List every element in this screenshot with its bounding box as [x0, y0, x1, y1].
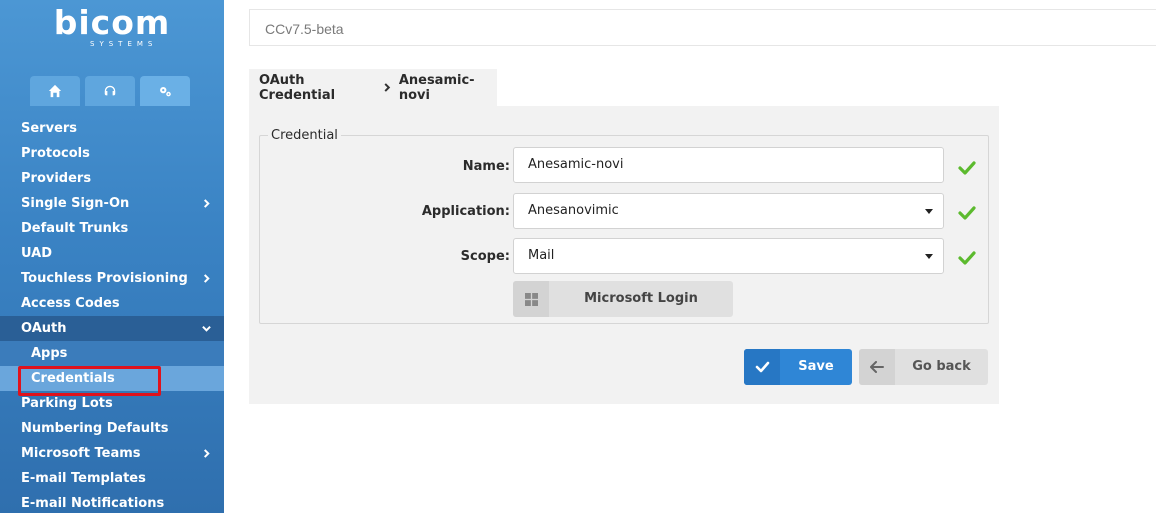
check-icon: [957, 160, 977, 176]
sidebar-item-label: Protocols: [21, 146, 90, 161]
sidebar-item-label: UAD: [21, 246, 53, 261]
sidebar-item-email-notifications[interactable]: E-mail Notifications: [0, 491, 224, 513]
headset-icon: [104, 85, 116, 96]
chevron-right-icon: [202, 441, 212, 466]
tab-support[interactable]: [85, 76, 135, 106]
microsoft-login-label: Microsoft Login: [584, 291, 698, 306]
sidebar-item-servers[interactable]: Servers: [0, 116, 224, 141]
sidebar-item-label: Microsoft Teams: [21, 446, 141, 461]
check-icon: [957, 250, 977, 266]
chevron-right-icon: [383, 83, 391, 92]
bicom-logo[interactable]: bicom SYSTEMS: [0, 4, 224, 52]
check-icon: [957, 205, 977, 221]
application-label: Application:: [421, 204, 510, 219]
logo-subtext: SYSTEMS: [90, 40, 158, 48]
sidebar-item-touchless-provisioning[interactable]: Touchless Provisioning: [0, 266, 224, 291]
sidebar: bicom SYSTEMS Servers Protocols Provider…: [0, 0, 224, 513]
sidebar-item-label: OAuth: [21, 321, 67, 336]
sidebar-item-single-sign-on[interactable]: Single Sign-On: [0, 191, 224, 216]
caret-down-icon: [925, 254, 933, 259]
scope-select-value: Mail: [528, 248, 555, 263]
sidebar-item-apps[interactable]: Apps: [0, 341, 224, 366]
application-select-value: Anesanovimic: [528, 203, 619, 218]
logo-text: bicom: [53, 3, 171, 42]
go-back-button-label: Go back: [912, 359, 971, 374]
sidebar-item-uad[interactable]: UAD: [0, 241, 224, 266]
credential-fieldset: Credential Name: Anesamic-novi Applicati…: [259, 128, 989, 324]
tab-home[interactable]: [30, 76, 80, 106]
version-bar: CCv7.5-beta: [249, 9, 1156, 46]
name-input[interactable]: Anesamic-novi: [513, 147, 944, 183]
sidebar-item-label: Providers: [21, 171, 92, 186]
windows-icon: [513, 281, 549, 317]
chevron-right-icon: [202, 266, 212, 291]
chevron-down-icon: [202, 316, 212, 341]
credential-panel: Credential Name: Anesamic-novi Applicati…: [249, 106, 999, 404]
microsoft-login-button[interactable]: Microsoft Login: [513, 281, 733, 317]
sidebar-item-protocols[interactable]: Protocols: [0, 141, 224, 166]
sidebar-item-email-templates[interactable]: E-mail Templates: [0, 466, 224, 491]
tab-settings[interactable]: [140, 76, 190, 106]
home-icon: [48, 84, 62, 98]
sidebar-nav: Servers Protocols Providers Single Sign-…: [0, 116, 224, 513]
sidebar-item-label: Servers: [21, 121, 78, 136]
gears-icon: [160, 86, 171, 97]
sidebar-item-providers[interactable]: Providers: [0, 166, 224, 191]
sidebar-item-label: Numbering Defaults: [21, 421, 169, 436]
chevron-right-icon: [202, 191, 212, 216]
sidebar-item-oauth[interactable]: OAuth: [0, 316, 224, 341]
application-select[interactable]: Anesanovimic: [513, 193, 944, 229]
sidebar-item-label: Default Trunks: [21, 221, 129, 236]
sidebar-item-label: Single Sign-On: [21, 196, 130, 211]
sidebar-item-label: Touchless Provisioning: [21, 271, 188, 286]
scope-select[interactable]: Mail: [513, 238, 944, 274]
annotation-highlight-box: [18, 366, 161, 396]
sidebar-item-label: Access Codes: [21, 296, 120, 311]
breadcrumb-current: Anesamic-novi: [398, 72, 475, 103]
save-button-label: Save: [798, 359, 834, 374]
fieldset-legend: Credential: [268, 128, 341, 143]
name-label: Name:: [462, 159, 510, 174]
go-back-button[interactable]: Go back: [859, 349, 988, 385]
sidebar-item-access-codes[interactable]: Access Codes: [0, 291, 224, 316]
sidebar-item-default-trunks[interactable]: Default Trunks: [0, 216, 224, 241]
version-label: CCv7.5-beta: [265, 21, 344, 37]
check-icon: [744, 349, 780, 385]
sidebar-item-label: Parking Lots: [21, 396, 113, 411]
arrow-left-icon: [859, 349, 895, 385]
top-tabs: [30, 76, 190, 106]
save-button[interactable]: Save: [744, 349, 852, 385]
sidebar-item-microsoft-teams[interactable]: Microsoft Teams: [0, 441, 224, 466]
sidebar-item-numbering-defaults[interactable]: Numbering Defaults: [0, 416, 224, 441]
scope-label: Scope:: [460, 249, 510, 264]
breadcrumb-parent[interactable]: OAuth Credential: [259, 73, 375, 103]
sidebar-item-label: Apps: [31, 346, 68, 361]
caret-down-icon: [925, 209, 933, 214]
sidebar-item-label: E-mail Notifications: [21, 496, 165, 511]
sidebar-item-label: E-mail Templates: [21, 471, 146, 486]
breadcrumb: OAuth Credential Anesamic-novi: [249, 69, 497, 106]
